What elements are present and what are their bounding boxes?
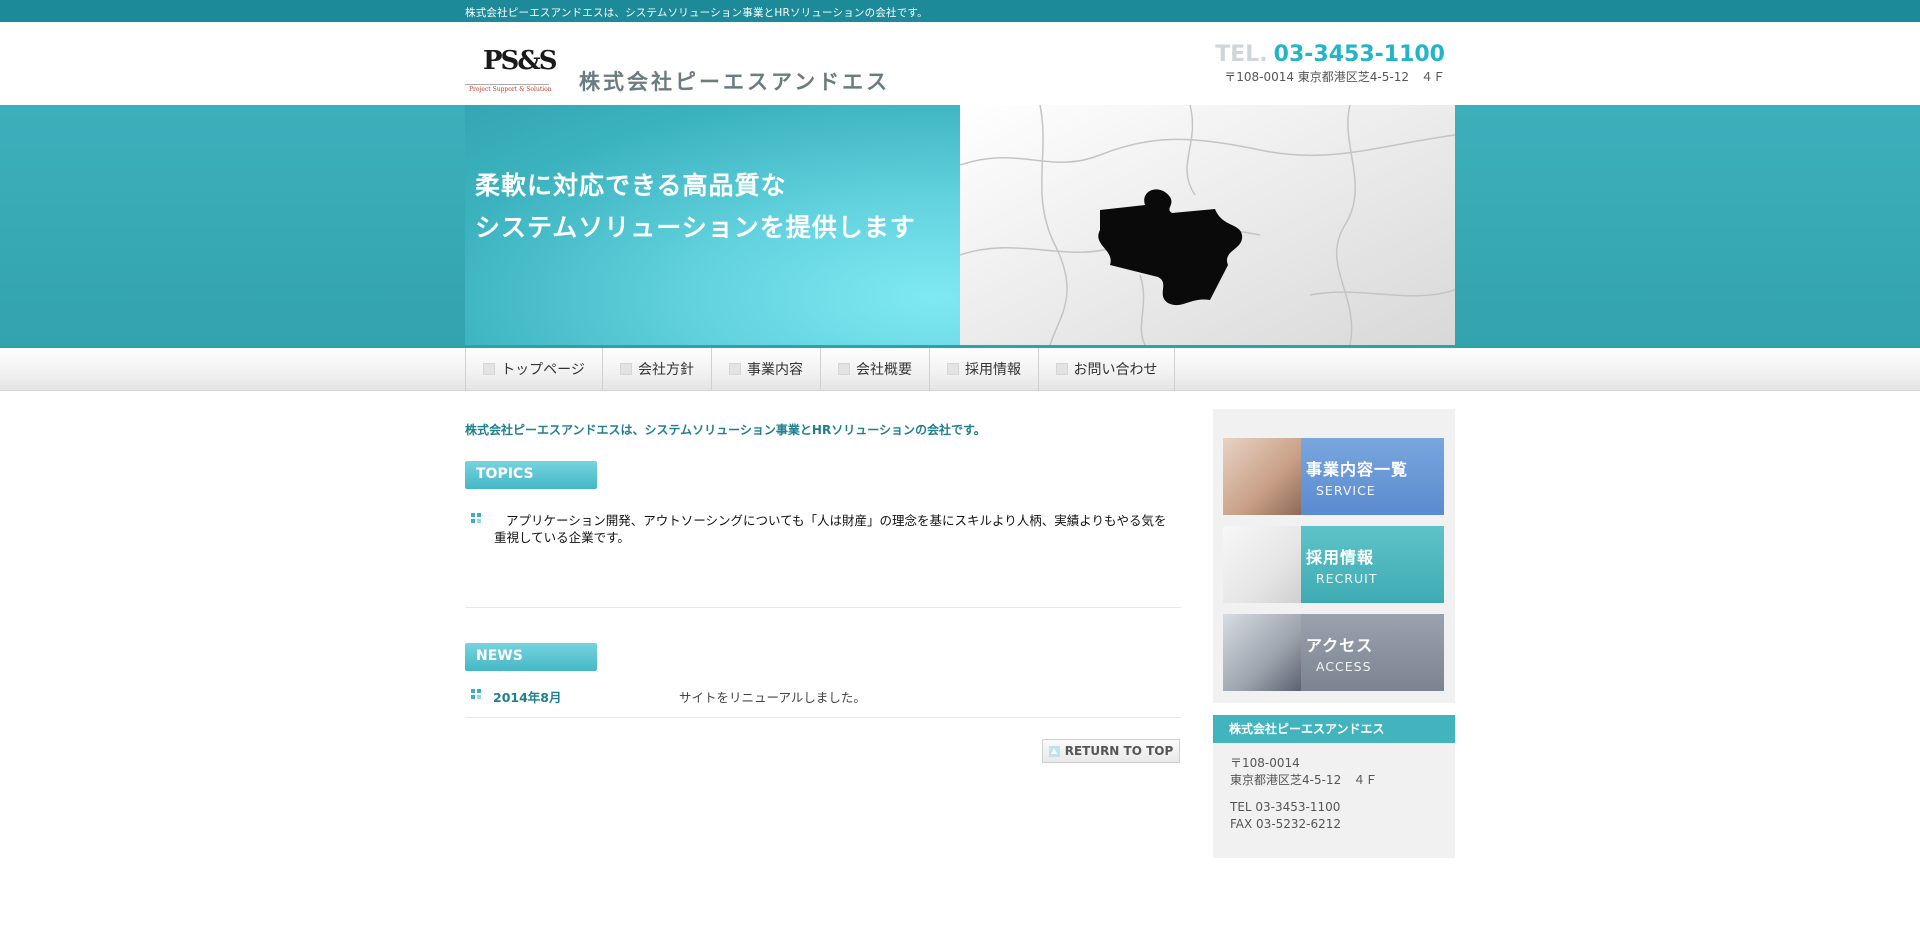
banner-label: 事業内容一覧 SERVICE — [1301, 438, 1444, 515]
news-date: 2014年8月 — [493, 690, 562, 705]
hero-line-1: 柔軟に対応できる高品質な — [475, 171, 787, 200]
banner-subtitle: RECRUIT — [1316, 571, 1378, 586]
nav-label: トップページ — [501, 362, 585, 378]
topic-bullet-icon — [471, 513, 481, 523]
header-phone: TEL. 03-3453-1100 — [1215, 42, 1445, 67]
company-info-body: 〒108-0014 東京都港区芝4-5-12 ４Ｆ TEL 03-3453-11… — [1213, 743, 1455, 855]
header-address: 〒108-0014 東京都港区芝4-5-12 ４Ｆ — [1224, 70, 1445, 84]
nav-services[interactable]: 事業内容 — [711, 348, 820, 390]
tel-number: 03-3453-1100 — [1273, 42, 1445, 67]
main-nav: トップページ 会社方針 事業内容 会社概要 採用情報 お問い合わせ — [0, 348, 1920, 391]
nav-square-icon — [838, 363, 850, 375]
banner-subtitle: ACCESS — [1316, 659, 1372, 674]
intro-text: 株式会社ピーエスアンドエスは、システムソリューション事業とHRソリューションの会… — [465, 423, 986, 437]
arrow-up-icon — [1048, 745, 1060, 757]
news-text[interactable]: サイトをリニューアルしました。 — [679, 687, 866, 706]
section-divider — [465, 607, 1181, 608]
nav-square-icon — [729, 363, 741, 375]
logo-rule — [465, 84, 549, 85]
hero-banner: 柔軟に対応できる高品質な システムソリューションを提供します — [0, 105, 1920, 348]
top-strip-text: 株式会社ピーエスアンドエスは、システムソリューション事業とHRソリューションの会… — [465, 7, 928, 19]
banner-title: 事業内容一覧 — [1306, 460, 1409, 479]
nav-label: 会社方針 — [638, 362, 694, 378]
news-heading: NEWS — [465, 643, 597, 671]
page-content: 株式会社ピーエスアンドエスは、システムソリューション事業とHRソリューションの会… — [0, 391, 1920, 871]
info-postal: 〒108-0014 — [1230, 756, 1300, 770]
top-strip: 株式会社ピーエスアンドエスは、システムソリューション事業とHRソリューションの会… — [0, 0, 1920, 22]
nav-company-policy[interactable]: 会社方針 — [602, 348, 711, 390]
company-logo[interactable]: PS&S Project Support & Solution — [465, 42, 558, 102]
service-photo — [1223, 438, 1301, 515]
site-header: PS&S Project Support & Solution 株式会社ピーエス… — [0, 22, 1920, 105]
nav-label: お問い合わせ — [1073, 362, 1158, 378]
tel-label: TEL. — [1215, 42, 1268, 67]
banner-access[interactable]: アクセス ACCESS — [1223, 614, 1444, 691]
company-name: 株式会社ピーエスアンドエス — [579, 70, 891, 94]
puzzle-illustration — [960, 105, 1455, 345]
hero-line-2: システムソリューションを提供します — [475, 213, 916, 242]
banner-title: 採用情報 — [1306, 548, 1375, 567]
company-info-title: 株式会社ピーエスアンドエス — [1213, 715, 1455, 743]
logo-mark: PS&S — [483, 46, 558, 76]
info-address: 東京都港区芝4-5-12 ４Ｆ — [1230, 773, 1378, 787]
topic-text: アプリケーション開発、アウトソーシングについても「人は財産」の理念を基にスキルよ… — [494, 513, 1167, 545]
banner-title: アクセス — [1306, 636, 1374, 655]
nav-square-icon — [947, 363, 959, 375]
info-fax: FAX 03-5232-6212 — [1230, 817, 1342, 831]
nav-top-page[interactable]: トップページ — [465, 348, 602, 390]
hero-puzzle-image — [960, 105, 1455, 345]
banner-label: アクセス ACCESS — [1301, 614, 1444, 691]
topics-heading: TOPICS — [465, 461, 597, 489]
banner-label: 採用情報 RECRUIT — [1301, 526, 1444, 603]
company-info-box: 株式会社ピーエスアンドエス 〒108-0014 東京都港区芝4-5-12 ４Ｆ … — [1213, 715, 1455, 858]
nav-square-icon — [1055, 363, 1068, 375]
nav-square-icon — [620, 363, 632, 375]
news-bullet-icon — [471, 689, 481, 699]
banner-service[interactable]: 事業内容一覧 SERVICE — [1223, 438, 1444, 515]
recruit-photo — [1223, 526, 1301, 603]
banner-subtitle: SERVICE — [1316, 483, 1376, 498]
nav-company-profile[interactable]: 会社概要 — [820, 348, 929, 390]
sidebar: 事業内容一覧 SERVICE 採用情報 RECRUIT アクセス ACCESS … — [1213, 409, 1455, 858]
nav-contact[interactable]: お問い合わせ — [1038, 348, 1175, 390]
nav-recruit[interactable]: 採用情報 — [929, 348, 1038, 390]
hero-text-panel: 柔軟に対応できる高品質な システムソリューションを提供します — [465, 105, 960, 345]
nav-square-icon — [483, 363, 496, 375]
nav-label: 事業内容 — [747, 362, 803, 378]
news-divider — [465, 717, 1181, 718]
return-top-label: RETURN TO TOP — [1064, 744, 1174, 758]
return-to-top-button[interactable]: RETURN TO TOP — [1042, 739, 1180, 763]
info-tel: TEL 03-3453-1100 — [1230, 800, 1341, 814]
banner-recruit[interactable]: 採用情報 RECRUIT — [1223, 526, 1444, 603]
access-photo — [1223, 614, 1301, 691]
nav-label: 会社概要 — [856, 362, 912, 378]
sidebar-banners: 事業内容一覧 SERVICE 採用情報 RECRUIT アクセス ACCESS — [1213, 409, 1455, 703]
nav-label: 採用情報 — [965, 362, 1021, 378]
hero-headline: 柔軟に対応できる高品質な システムソリューションを提供します — [475, 165, 916, 249]
logo-tagline: Project Support & Solution — [469, 86, 552, 93]
